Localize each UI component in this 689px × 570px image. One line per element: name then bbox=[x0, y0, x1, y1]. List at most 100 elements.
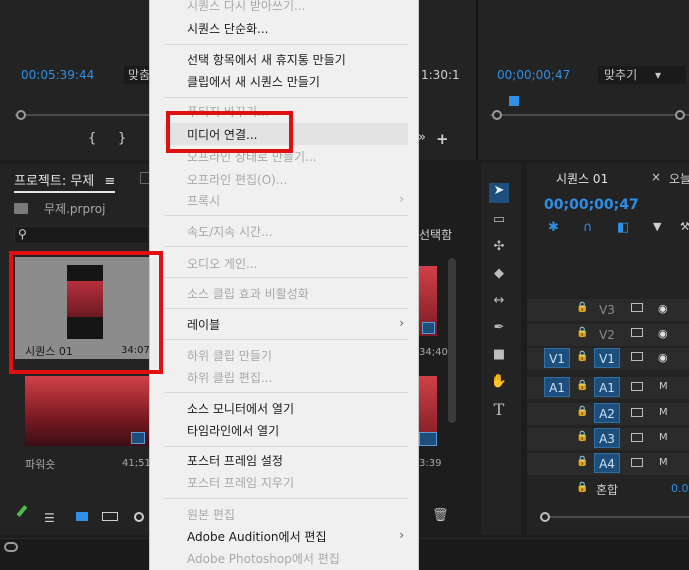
next-timeline-tab[interactable]: 오늘 bbox=[669, 170, 689, 187]
menu-item-speed-duration[interactable]: 속도/지속 시간... bbox=[187, 223, 273, 240]
eye-icon[interactable]: ◉ bbox=[658, 327, 668, 340]
source-timecode[interactable]: 00:05:39:44 bbox=[21, 68, 94, 82]
menu-item-open-in-source-monitor[interactable]: 소스 모니터에서 열기 bbox=[187, 400, 294, 417]
menu-item-retranscribe[interactable]: 시퀀스 다시 받아쓰기... bbox=[187, 0, 305, 14]
eye-icon[interactable]: ◉ bbox=[658, 351, 668, 364]
lock-icon[interactable]: 🔒 bbox=[576, 380, 588, 391]
lock-icon[interactable]: 🔒 bbox=[576, 406, 588, 417]
search-input[interactable] bbox=[14, 226, 149, 244]
menu-item-proxy[interactable]: 프록시 bbox=[187, 192, 220, 209]
menu-item-new-sequence-from-clip[interactable]: 클립에서 새 시퀀스 만들기 bbox=[187, 73, 320, 90]
ripple-edit-tool-icon[interactable]: ✣ bbox=[489, 239, 509, 257]
menu-item-new-bin-from-selection[interactable]: 선택 항목에서 새 휴지통 만들기 bbox=[187, 51, 346, 68]
add-marker-icon[interactable]: ▼ bbox=[653, 220, 661, 233]
program-timecode[interactable]: 00;00;00;47 bbox=[497, 68, 570, 82]
track-label-v3[interactable]: V3 bbox=[594, 299, 620, 319]
menu-item-simplify-sequence[interactable]: 시퀀스 단순화... bbox=[187, 20, 269, 37]
nest-icon[interactable]: ✱ bbox=[548, 220, 559, 235]
menu-item-edit-offline[interactable]: 오프라인 편집(O)... bbox=[187, 171, 287, 188]
mark-in-icon[interactable]: { bbox=[88, 131, 96, 146]
linked-selection-icon[interactable]: ◧ bbox=[617, 220, 629, 235]
source-patch-v1[interactable]: V1 bbox=[544, 348, 570, 368]
toggle-sync-lock-icon[interactable] bbox=[631, 328, 643, 337]
lock-icon[interactable]: 🔒 bbox=[576, 431, 588, 442]
timeline-timecode[interactable]: 00;00;00;47 bbox=[544, 197, 639, 213]
mix-value[interactable]: 0.0 bbox=[671, 482, 689, 495]
menu-item-disable-source-effects[interactable]: 소스 클립 효과 비활성화 bbox=[187, 285, 309, 302]
icon-view-icon[interactable] bbox=[76, 512, 88, 521]
menu-item-set-poster-frame[interactable]: 포스터 프레임 설정 bbox=[187, 452, 283, 469]
track-label-v2[interactable]: V2 bbox=[594, 324, 620, 344]
creative-cloud-icon[interactable] bbox=[4, 542, 18, 552]
mark-out-icon[interactable]: } bbox=[118, 131, 126, 146]
source-patch-a1[interactable]: A1 bbox=[544, 377, 570, 397]
hand-tool-icon[interactable]: ✋ bbox=[489, 374, 509, 392]
type-tool-icon[interactable]: T bbox=[489, 400, 509, 419]
program-playhead-icon[interactable] bbox=[509, 96, 519, 106]
clip-thumbnail[interactable] bbox=[25, 376, 149, 446]
more-controls-icon[interactable]: » bbox=[418, 130, 426, 145]
menu-item-make-subclip[interactable]: 하위 클립 만들기 bbox=[187, 347, 272, 364]
mute-m-icon[interactable]: M bbox=[659, 381, 668, 392]
menu-item-edit-in-audition[interactable]: Adobe Audition에서 편집 bbox=[187, 528, 327, 545]
program-fit-dropdown[interactable]: 맞추기 ▾ bbox=[598, 66, 686, 84]
close-icon[interactable]: × bbox=[651, 170, 661, 184]
track-select-tool-icon[interactable]: ▭ bbox=[489, 212, 509, 230]
selection-tool-icon[interactable]: ➤ bbox=[489, 183, 509, 203]
clip-thumbnail-right-1[interactable] bbox=[419, 266, 437, 336]
next-tab-stub[interactable] bbox=[140, 172, 149, 184]
menu-item-edit-subclip[interactable]: 하위 클립 편집... bbox=[187, 369, 272, 386]
menu-item-make-offline[interactable]: 오프라인 상태로 만들기... bbox=[187, 148, 316, 165]
program-scrubber-end-handle[interactable] bbox=[675, 110, 685, 120]
slip-tool-icon[interactable]: ↔ bbox=[489, 293, 509, 311]
menu-item-edit-original[interactable]: 원본 편집 bbox=[187, 506, 235, 523]
project-tab[interactable]: 프로젝트: 무제 ≡ bbox=[14, 170, 116, 193]
add-button-icon[interactable]: + bbox=[436, 130, 449, 148]
pen-tool-icon[interactable]: ✒ bbox=[489, 320, 509, 338]
menu-item-audio-gain[interactable]: 오디오 게인... bbox=[187, 255, 257, 272]
rectangle-tool-icon[interactable]: ■ bbox=[489, 347, 509, 365]
track-label-a4[interactable]: A4 bbox=[594, 453, 620, 473]
toggle-sync-lock-icon[interactable] bbox=[631, 433, 643, 442]
toggle-sync-lock-icon[interactable] bbox=[631, 458, 643, 467]
timeline-scroll-handle[interactable] bbox=[540, 512, 550, 522]
list-view-icon[interactable]: ☰ bbox=[44, 511, 55, 525]
menu-item-open-in-timeline[interactable]: 타임라인에서 열기 bbox=[187, 422, 279, 439]
source-fit-dropdown[interactable]: 맞춤 bbox=[124, 66, 149, 84]
menu-item-replace-footage[interactable]: 푸티지 바꾸기... bbox=[187, 103, 269, 120]
eye-icon[interactable]: ◉ bbox=[658, 302, 668, 315]
timeline-tab[interactable]: 시퀀스 01 bbox=[556, 170, 608, 187]
track-label-a2[interactable]: A2 bbox=[594, 403, 620, 423]
lock-icon[interactable]: 🔒 bbox=[576, 482, 588, 493]
mute-m-icon[interactable]: M bbox=[659, 457, 668, 468]
track-label-a1[interactable]: A1 bbox=[594, 377, 620, 397]
razor-tool-icon[interactable]: ◆ bbox=[489, 266, 509, 284]
lock-icon[interactable]: 🔒 bbox=[576, 327, 588, 338]
trash-icon[interactable]: 🗑 bbox=[432, 508, 449, 523]
mute-m-icon[interactable]: M bbox=[659, 432, 668, 443]
project-scrollbar[interactable] bbox=[448, 258, 456, 423]
sequence-thumbnail[interactable]: 시퀀스 01 34:07 bbox=[15, 257, 149, 359]
toggle-sync-lock-icon[interactable] bbox=[631, 303, 643, 312]
program-scrubber[interactable] bbox=[490, 114, 689, 116]
magnet-snap-icon[interactable]: ∩ bbox=[583, 220, 593, 235]
source-scrubber[interactable] bbox=[15, 114, 149, 116]
toggle-sync-lock-icon[interactable] bbox=[631, 352, 643, 361]
panel-menu-icon[interactable]: ≡ bbox=[104, 174, 115, 189]
timeline-scrollbar[interactable] bbox=[540, 516, 689, 518]
menu-item-edit-in-photoshop[interactable]: Adobe Photoshop에서 편집 bbox=[187, 550, 340, 567]
menu-item-clear-poster-frame[interactable]: 포스터 프레임 지우기 bbox=[187, 474, 294, 491]
track-label-v1[interactable]: V1 bbox=[594, 348, 620, 368]
zoom-slider-handle[interactable] bbox=[134, 512, 144, 522]
toggle-sync-lock-icon[interactable] bbox=[631, 408, 643, 417]
menu-item-link-media[interactable]: 미디어 연결... bbox=[187, 126, 257, 143]
lock-icon[interactable]: 🔒 bbox=[576, 351, 588, 362]
freeform-view-icon[interactable] bbox=[102, 512, 118, 521]
source-scrubber-handle[interactable] bbox=[16, 110, 26, 120]
mute-m-icon[interactable]: M bbox=[659, 407, 668, 418]
track-label-a3[interactable]: A3 bbox=[594, 428, 620, 448]
menu-item-label[interactable]: 레이블 bbox=[187, 316, 220, 333]
program-scrubber-handle[interactable] bbox=[492, 110, 502, 120]
toggle-sync-lock-icon[interactable] bbox=[631, 382, 643, 391]
wrench-icon[interactable]: ⚒ bbox=[680, 220, 689, 233]
